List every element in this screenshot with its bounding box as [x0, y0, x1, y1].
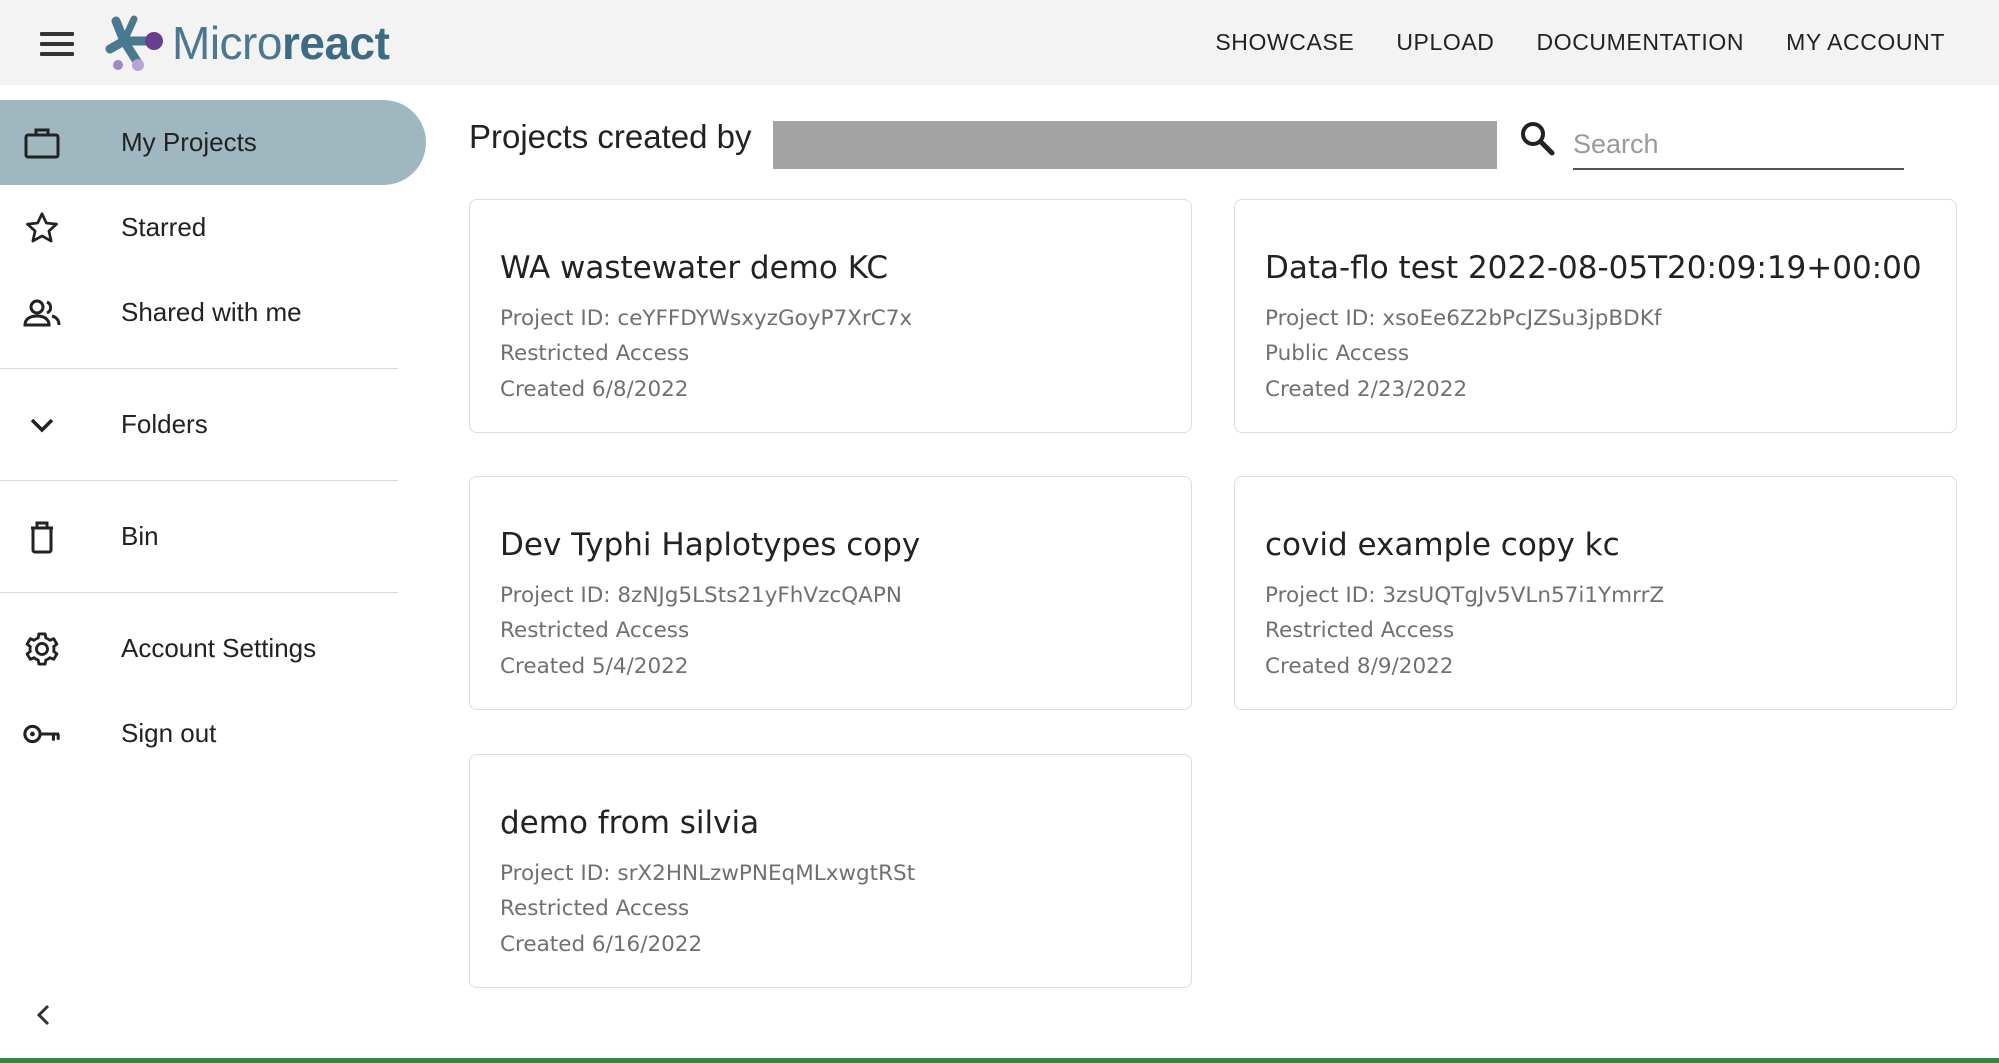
sidebar-item-label: Folders [121, 409, 208, 439]
sidebar-item-label: Account Settings [121, 633, 317, 663]
project-access: Restricted Access [500, 896, 690, 921]
project-card[interactable]: Dev Typhi Haplotypes copy Project ID: 8z… [469, 476, 1192, 710]
project-card[interactable]: Data-flo test 2022-08-05T20:09:19+00:00 … [1234, 199, 1957, 433]
window-frame-edge [0, 1058, 1999, 1063]
briefcase-icon [22, 123, 62, 163]
sidebar-divider [0, 592, 398, 593]
project-created: Created 8/9/2022 [1265, 654, 1454, 679]
project-id: Project ID: xsoEe6Z2bPcJZSu3jpBDKf [1265, 306, 1662, 331]
sidebar-item-label: Bin [121, 521, 159, 551]
nav-upload[interactable]: UPLOAD [1396, 29, 1494, 56]
hamburger-menu-icon[interactable] [40, 24, 88, 64]
project-title: demo from silvia [500, 805, 760, 841]
gear-icon [22, 629, 62, 669]
project-id: Project ID: 3zsUQTgJv5VLn57i1YmrrZ [1265, 583, 1665, 608]
sidebar: My Projects Starred Shared with me Folde… [0, 85, 430, 1063]
microreact-logo[interactable]: Microreact [104, 12, 390, 74]
search-icon [1521, 122, 1555, 156]
project-access: Restricted Access [1265, 618, 1455, 643]
key-icon [22, 714, 62, 754]
chevron-down-icon [22, 405, 62, 445]
nav-my-account[interactable]: MY ACCOUNT [1786, 29, 1945, 56]
project-access: Public Access [1265, 341, 1410, 366]
page-title: Projects created by [469, 118, 752, 155]
redacted-username [773, 121, 1497, 169]
sidebar-item-label: Sign out [121, 718, 217, 748]
sidebar-item-label: Starred [121, 212, 207, 242]
star-icon [22, 208, 62, 248]
project-id: Project ID: 8zNJg5LSts21yFhVzcQAPN [500, 583, 902, 608]
project-card[interactable]: demo from silvia Project ID: srX2HNLzwPN… [469, 754, 1192, 988]
people-icon [22, 293, 62, 333]
project-access: Restricted Access [500, 341, 690, 366]
project-card[interactable]: WA wastewater demo KC Project ID: ceYFFD… [469, 199, 1192, 433]
project-id: Project ID: srX2HNLzwPNEqMLxwgtRSt [500, 861, 916, 886]
project-id: Project ID: ceYFFDYWsxyzGoyP7XrC7x [500, 306, 913, 331]
logo-wordmark: Microreact [172, 17, 390, 69]
collapse-sidebar-button[interactable] [26, 998, 60, 1032]
nav-showcase[interactable]: SHOWCASE [1215, 29, 1354, 56]
top-app-bar: Microreact SHOWCASE UPLOAD DOCUMENTATION… [0, 0, 1999, 85]
project-title: Dev Typhi Haplotypes copy [500, 527, 921, 563]
nav-documentation[interactable]: DOCUMENTATION [1537, 29, 1745, 56]
project-created: Created 5/4/2022 [500, 654, 689, 679]
top-nav: SHOWCASE UPLOAD DOCUMENTATION MY ACCOUNT [1215, 0, 1945, 85]
sidebar-divider [0, 368, 398, 369]
project-created: Created 2/23/2022 [1265, 377, 1468, 402]
trash-icon [22, 517, 62, 557]
logo-mark-icon [105, 15, 163, 71]
sidebar-item-label: My Projects [121, 127, 257, 157]
chevron-left-icon [36, 1004, 50, 1026]
project-title: covid example copy kc [1265, 527, 1620, 563]
project-title: WA wastewater demo KC [500, 250, 888, 286]
project-title: Data-flo test 2022-08-05T20:09:19+00:00 [1265, 250, 1922, 286]
sidebar-item-my-projects[interactable]: My Projects [0, 100, 426, 185]
sidebar-item-label: Shared with me [121, 297, 302, 327]
search-input[interactable] [1573, 120, 1904, 170]
project-card[interactable]: covid example copy kc Project ID: 3zsUQT… [1234, 476, 1957, 710]
sidebar-divider [0, 480, 398, 481]
project-access: Restricted Access [500, 618, 690, 643]
project-created: Created 6/8/2022 [500, 377, 689, 402]
project-created: Created 6/16/2022 [500, 932, 703, 957]
